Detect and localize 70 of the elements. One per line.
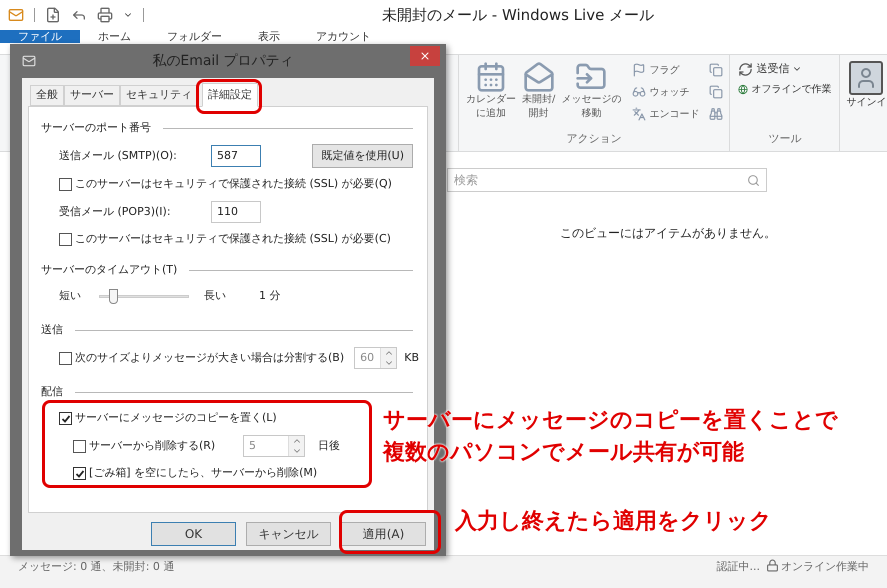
- dialog-tab[interactable]: 全般: [30, 85, 64, 106]
- search-icon[interactable]: [747, 174, 760, 186]
- default-button[interactable]: 既定値を使用(U): [312, 144, 413, 168]
- port-field[interactable]: 110: [211, 201, 261, 223]
- unit-label: 日後: [318, 438, 340, 454]
- annotation-text: 入力し終えたら適用をクリック: [455, 508, 772, 536]
- empty-message: このビューにはアイテムがありません。: [560, 225, 777, 242]
- section-heading: 配信: [41, 384, 63, 400]
- sync-icon: [738, 62, 754, 77]
- checkbox[interactable]: [59, 352, 72, 364]
- checkbox[interactable]: [59, 233, 72, 246]
- app-icon: [8, 7, 24, 23]
- section-heading: サーバーのポート番号: [41, 120, 151, 136]
- glasses-icon: [632, 85, 646, 99]
- ribbon-button[interactable]: カレンダー に追加: [465, 61, 517, 131]
- group-label: アクション: [566, 131, 623, 147]
- unit-label: KB: [404, 350, 419, 366]
- slider-reading: 1 分: [259, 288, 280, 304]
- slider-label: 長い: [204, 288, 227, 304]
- slider-thumb[interactable]: [109, 288, 118, 304]
- send-receive-button[interactable]: 送受信: [738, 61, 832, 78]
- dialog-tab[interactable]: サーバー: [64, 85, 120, 106]
- lock-icon: [766, 559, 779, 572]
- ribbon-button[interactable]: 未開封/ 開封: [521, 61, 556, 131]
- checkbox-label: 次のサイズよりメッセージが大きい場合は分割する(B): [75, 350, 344, 366]
- offline-button[interactable]: オフラインで作業: [738, 82, 832, 96]
- dialog-icon: [22, 54, 36, 68]
- status-text: 認証中...: [716, 559, 760, 575]
- window-title: 未開封のメール - Windows Live メール: [382, 4, 654, 26]
- status-text: メッセージ: 0 通、未開封: 0 通: [18, 559, 174, 575]
- dialog-tab[interactable]: セキュリティ: [120, 85, 198, 106]
- dialog-tab[interactable]: 詳細設定: [202, 83, 258, 107]
- encode-icon: [632, 107, 646, 121]
- printer-icon[interactable]: [97, 7, 113, 23]
- checkbox[interactable]: [73, 440, 86, 452]
- flag-icon: [632, 63, 646, 77]
- envelope-icon: [522, 61, 555, 93]
- checkbox-label: このサーバーはセキュリティで保護された接続 (SSL) が必要(C): [75, 231, 391, 248]
- close-button[interactable]: [410, 46, 440, 66]
- binoculars-icon[interactable]: [709, 107, 724, 121]
- checkbox[interactable]: [73, 467, 86, 480]
- dialog-button[interactable]: OK: [151, 522, 236, 546]
- checkbox-label: [ごみ箱] を空にしたら、サーバーから削除(M): [89, 465, 318, 482]
- ribbon-tab[interactable]: ファイル: [0, 30, 80, 43]
- checkbox-label: このサーバーはセキュリティで保護された接続 (SSL) が必要(Q): [75, 176, 392, 192]
- field-label: 受信メール (POP3)(I):: [59, 204, 172, 220]
- dialog-title: 私のEmail プロパティ: [151, 52, 295, 70]
- ribbon-small-button[interactable]: エンコード: [632, 105, 700, 123]
- checkbox[interactable]: [59, 412, 72, 425]
- ribbon-small-button[interactable]: フラグ: [632, 61, 700, 79]
- copy-icon[interactable]: [709, 85, 724, 99]
- close-icon: [419, 50, 431, 62]
- ribbon-button[interactable]: メッセージの 移動: [560, 61, 622, 131]
- highlight-frame: [196, 79, 262, 114]
- checkbox-label: サーバーから削除する(R): [89, 438, 216, 454]
- new-document-icon[interactable]: [45, 7, 61, 23]
- section-heading: 送信: [41, 322, 63, 338]
- ribbon-small-button[interactable]: ウォッチ: [632, 83, 700, 101]
- slider-label: 短い: [59, 288, 82, 304]
- dialog-button[interactable]: キャンセル: [246, 522, 331, 546]
- dialog-button[interactable]: 適用(A): [341, 522, 426, 546]
- copy-icon[interactable]: [709, 63, 724, 77]
- field-label: 送信メール (SMTP)(O):: [59, 148, 178, 164]
- checkbox[interactable]: [59, 178, 72, 191]
- section-heading: サーバーのタイムアウト(T): [41, 262, 178, 278]
- status-text: オンライン作業中: [781, 559, 869, 575]
- group-label: ツール: [767, 131, 802, 147]
- port-field[interactable]: 587: [211, 145, 261, 167]
- calendar-icon: [475, 61, 507, 93]
- checkbox-label: サーバーにメッセージのコピーを置く(L): [75, 410, 277, 426]
